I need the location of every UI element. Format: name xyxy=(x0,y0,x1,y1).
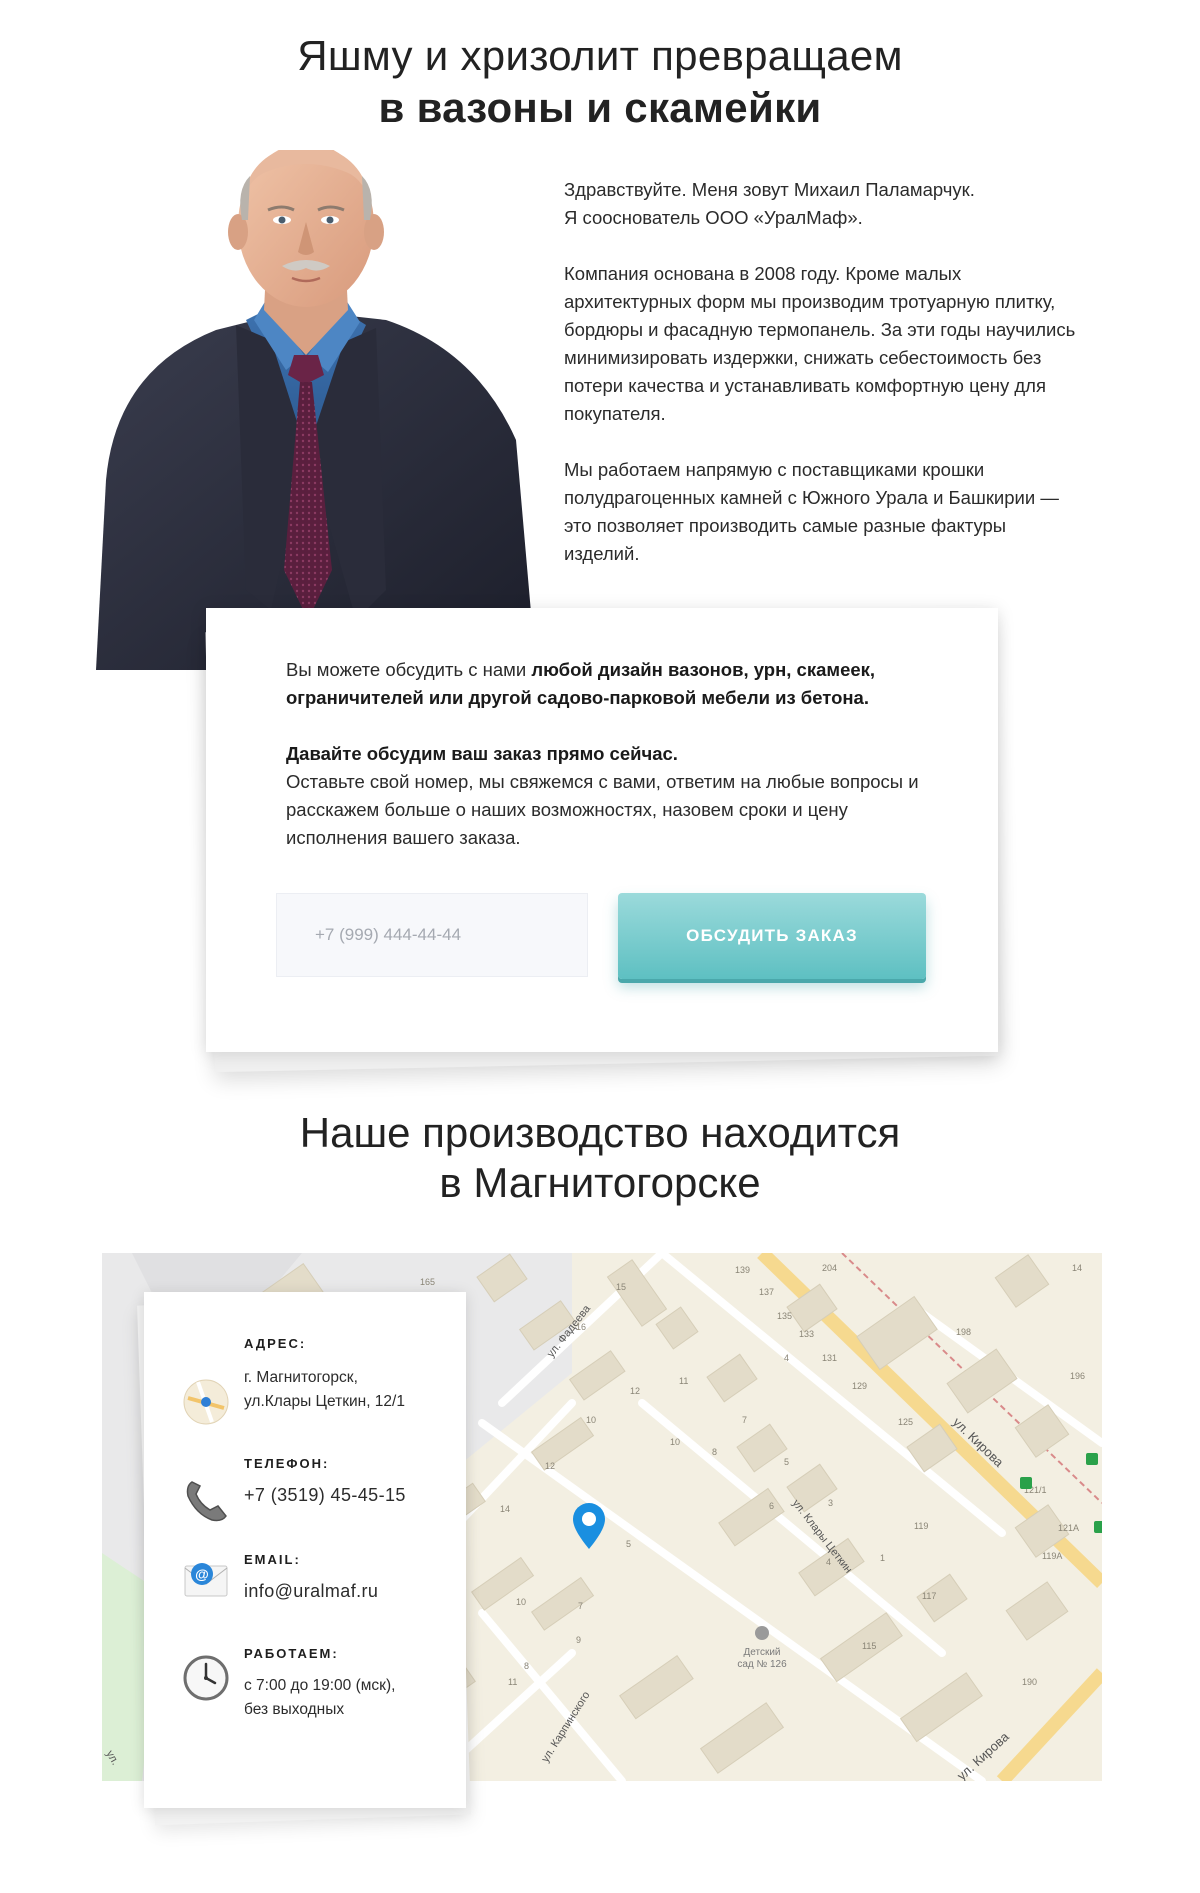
map-house-number: 125 xyxy=(898,1417,913,1427)
intro-greeting-line1: Здравствуйте. Меня зовут Михаил Паламарч… xyxy=(564,179,975,200)
map-house-number: 5 xyxy=(784,1457,789,1467)
address-line1: г. Магнитогорск, xyxy=(244,1369,358,1386)
order-cta-text: Оставьте свой номер, мы свяжемся с вами,… xyxy=(286,771,919,848)
map-house-number: 204 xyxy=(822,1263,837,1273)
intro-company-paragraph: Компания основана в 2008 году. Кроме мал… xyxy=(564,263,1076,424)
map-house-number: 1 xyxy=(880,1553,885,1563)
telephone-icon xyxy=(186,1481,227,1522)
map-house-number: 119 xyxy=(914,1521,928,1531)
map-house-number: 135 xyxy=(777,1311,792,1321)
order-card-text: Вы можете обсудить с нами любой дизайн в… xyxy=(286,656,946,880)
map-house-number: 3 xyxy=(828,1498,833,1508)
map-house-number: 121А xyxy=(1058,1523,1079,1533)
map-house-number: 15 xyxy=(616,1282,626,1292)
order-offer-prefix: Вы можете обсудить с нами xyxy=(286,659,532,680)
clock-icon xyxy=(183,1655,229,1701)
order-cta-heading: Давайте обсудим ваш заказ прямо сейчас. xyxy=(286,743,678,764)
map-house-number: 198 xyxy=(956,1327,971,1337)
map-house-number: 7 xyxy=(742,1415,747,1425)
order-card-offer: Вы можете обсудить с нами любой дизайн в… xyxy=(286,656,946,712)
map-pin-icon xyxy=(183,1379,229,1425)
svg-text:@: @ xyxy=(195,1566,209,1582)
map-house-number: 115 xyxy=(862,1641,876,1651)
discuss-order-button[interactable]: Обсудить заказ xyxy=(618,893,926,979)
map-house-number: 10 xyxy=(586,1415,596,1425)
contacts-card: Адрес: г. Магнитогорск, ул.Клары Цеткин,… xyxy=(144,1292,466,1808)
phone-label: Телефон: xyxy=(244,1456,330,1471)
email-label: Email: xyxy=(244,1552,301,1567)
hero-title-line2: в вазоны и скамейки xyxy=(378,84,822,131)
map-house-number: 190 xyxy=(1022,1677,1037,1687)
hours-label: Работаем: xyxy=(244,1646,339,1661)
hero-title: Яшму и хризолит превращаем в вазоны и ск… xyxy=(0,30,1200,134)
map-house-number: 139 xyxy=(735,1265,750,1275)
map-poi-label-line2: сад № 126 xyxy=(737,1659,787,1670)
address-label: Адрес: xyxy=(244,1336,307,1351)
map-house-number: 196 xyxy=(1070,1371,1085,1381)
map-house-number: 10 xyxy=(670,1437,680,1447)
map-house-number: 5 xyxy=(626,1539,631,1549)
map-house-number: 133 xyxy=(799,1329,814,1339)
map-house-number: 4 xyxy=(784,1353,789,1363)
map-house-number: 129 xyxy=(852,1381,867,1391)
intro-greeting-line2: Я сооснователь ООО «УралМаф». xyxy=(564,207,863,228)
hours-line1: с 7:00 до 19:00 (мск), xyxy=(244,1677,396,1694)
map-house-number: 8 xyxy=(712,1447,717,1457)
map-house-number: 12 xyxy=(630,1386,640,1396)
intro-suppliers-paragraph: Мы работаем напрямую с поставщиками крош… xyxy=(564,459,1059,564)
map-house-number: 16 xyxy=(576,1322,586,1332)
map-house-number: 119А xyxy=(1042,1551,1062,1561)
map-house-number: 14 xyxy=(1072,1263,1082,1273)
map-house-number: 6 xyxy=(769,1501,774,1511)
map-house-number: 9 xyxy=(576,1635,581,1645)
hours-line2: без выходных xyxy=(244,1701,345,1718)
location-title: Наше производство находится в Магнитогор… xyxy=(0,1108,1200,1208)
map-house-number: 8 xyxy=(524,1661,529,1671)
intro-greeting: Здравствуйте. Меня зовут Михаил Паламарч… xyxy=(564,176,1084,232)
map-house-number: 131 xyxy=(822,1353,837,1363)
map-house-number: 165 xyxy=(420,1277,435,1287)
map-house-number: 10 xyxy=(516,1597,526,1607)
map-house-number: 117 xyxy=(922,1591,936,1601)
map-house-number: 4 xyxy=(826,1557,831,1567)
address-line2: ул.Клары Цеткин, 12/1 xyxy=(244,1393,405,1410)
location-title-line1: Наше производство находится xyxy=(299,1109,901,1156)
location-title-line2: в Магнитогорске xyxy=(439,1159,761,1206)
map-house-number: 11 xyxy=(508,1677,517,1687)
map-house-number: 14 xyxy=(500,1504,510,1514)
hero-title-line1: Яшму и хризолит превращаем xyxy=(297,32,903,79)
kindergarten-icon xyxy=(755,1626,769,1640)
map-house-number: 137 xyxy=(759,1287,774,1297)
map-house-number: 11 xyxy=(679,1376,688,1386)
email-value[interactable]: info@uralmaf.ru xyxy=(244,1579,378,1603)
founder-photo xyxy=(96,150,536,670)
email-envelope-icon: @ xyxy=(184,1563,228,1597)
map-house-number: 7 xyxy=(578,1601,583,1611)
phone-value[interactable]: +7 (3519) 45-45-15 xyxy=(244,1483,406,1507)
map-house-number: 12 xyxy=(545,1461,555,1471)
intro-text: Здравствуйте. Меня зовут Михаил Паламарч… xyxy=(564,176,1084,596)
map-poi-label: Детский xyxy=(743,1647,780,1658)
phone-input[interactable] xyxy=(276,893,588,977)
order-card-cta: Давайте обсудим ваш заказ прямо сейчас. … xyxy=(286,740,946,852)
